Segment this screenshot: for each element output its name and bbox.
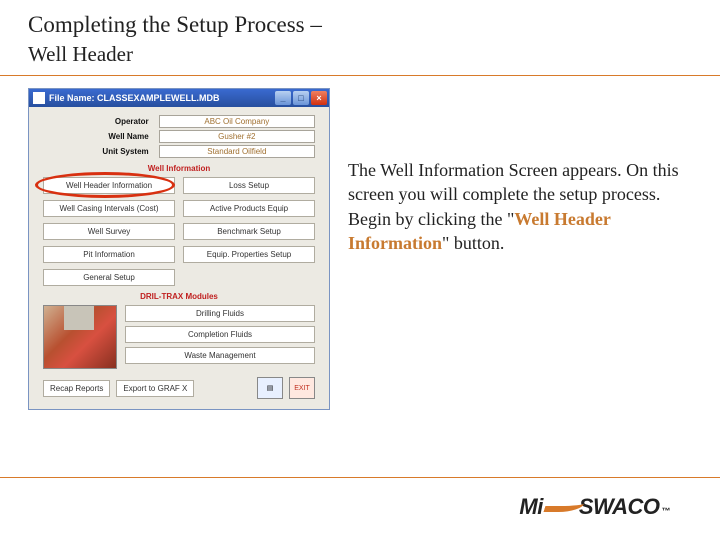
modules-section-header: DRIL-TRAX Modules xyxy=(29,292,329,301)
well-info-button-grid: Well Header Information Loss Setup Well … xyxy=(43,177,315,286)
close-button[interactable]: × xyxy=(311,91,327,105)
module-list: Drilling Fluids Completion Fluids Waste … xyxy=(125,305,315,369)
general-setup-button[interactable]: General Setup xyxy=(43,269,175,286)
rig-photo xyxy=(43,305,117,369)
titlebar: File Name: CLASSEXAMPLEWELL.MDB _ □ × xyxy=(29,89,329,107)
active-products-equip-button[interactable]: Active Products Equip xyxy=(183,200,315,217)
unitsystem-label: Unit System xyxy=(43,145,155,158)
logo-trademark: ™ xyxy=(662,506,671,516)
wellname-label: Well Name xyxy=(43,130,155,143)
miswaco-logo: Mi SWACO ™ xyxy=(519,494,670,520)
well-casing-intervals-button[interactable]: Well Casing Intervals (Cost) xyxy=(43,200,175,217)
bottom-button-row: Recap Reports Export to GRAF X ▤ EXIT xyxy=(43,377,315,399)
operator-label: Operator xyxy=(43,115,155,128)
drilling-fluids-button[interactable]: Drilling Fluids xyxy=(125,305,315,322)
app-icon xyxy=(33,92,45,104)
recap-reports-button[interactable]: Recap Reports xyxy=(43,380,110,397)
equip-properties-setup-button[interactable]: Equip. Properties Setup xyxy=(183,246,315,263)
exit-icon[interactable]: EXIT xyxy=(289,377,315,399)
export-grafx-button[interactable]: Export to GRAF X xyxy=(116,380,194,397)
well-survey-button[interactable]: Well Survey xyxy=(43,223,175,240)
divider-bottom xyxy=(0,477,720,478)
titlebar-filename: CLASSEXAMPLEWELL.MDB xyxy=(97,93,220,103)
operator-value: ABC Oil Company xyxy=(159,115,315,128)
instruction-part2: " button. xyxy=(442,233,504,253)
modules-row: Drilling Fluids Completion Fluids Waste … xyxy=(43,305,315,369)
loss-setup-button[interactable]: Loss Setup xyxy=(183,177,315,194)
logo-part2: SWACO xyxy=(579,494,660,520)
minimize-button[interactable]: _ xyxy=(275,91,291,105)
maximize-button[interactable]: □ xyxy=(293,91,309,105)
instruction-text: The Well Information Screen appears. On … xyxy=(348,88,700,410)
logo-part1: Mi xyxy=(519,494,542,520)
waste-management-button[interactable]: Waste Management xyxy=(125,347,315,364)
window-controls: _ □ × xyxy=(275,91,327,105)
app-window: File Name: CLASSEXAMPLEWELL.MDB _ □ × Op… xyxy=(28,88,330,410)
well-info-section-header: Well Information xyxy=(29,164,329,173)
content-row: File Name: CLASSEXAMPLEWELL.MDB _ □ × Op… xyxy=(0,88,720,410)
slide-title: Completing the Setup Process – xyxy=(0,0,720,42)
titlebar-prefix: File Name: xyxy=(49,93,95,103)
unitsystem-value: Standard Oilfield xyxy=(159,145,315,158)
slide-subtitle: Well Header xyxy=(0,42,720,75)
benchmark-setup-button[interactable]: Benchmark Setup xyxy=(183,223,315,240)
divider-top xyxy=(0,75,720,76)
pit-information-button[interactable]: Pit Information xyxy=(43,246,175,263)
wellname-value: Gusher #2 xyxy=(159,130,315,143)
well-header-information-button[interactable]: Well Header Information xyxy=(43,177,175,194)
chart-icon[interactable]: ▤ xyxy=(257,377,283,399)
completion-fluids-button[interactable]: Completion Fluids xyxy=(125,326,315,343)
well-header-fields: Operator ABC Oil Company Well Name Gushe… xyxy=(43,115,315,158)
titlebar-text: File Name: CLASSEXAMPLEWELL.MDB xyxy=(49,93,275,103)
